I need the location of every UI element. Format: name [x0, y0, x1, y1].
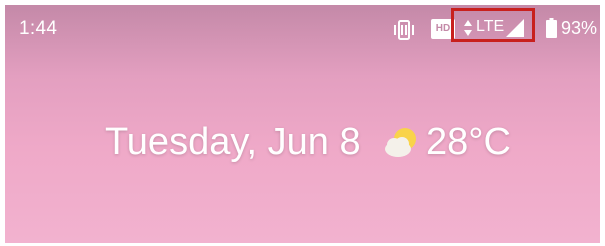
- data-arrows-icon: [464, 20, 472, 36]
- temperature-label[interactable]: 28°C: [426, 121, 511, 164]
- partly-cloudy-icon[interactable]: [381, 125, 421, 161]
- status-bar[interactable]: 1:44 HD LTE 93%: [5, 5, 600, 53]
- vibrate-icon: [394, 20, 414, 40]
- home-screen: 1:44 HD LTE 93% Tuesday, Jun 8 28°C: [5, 5, 600, 243]
- at-a-glance-widget[interactable]: Tuesday, Jun 8 28°C: [5, 121, 600, 171]
- date-label[interactable]: Tuesday, Jun 8: [105, 121, 361, 164]
- status-time: 1:44: [19, 18, 58, 39]
- battery-icon: [546, 18, 557, 38]
- network-type-label: LTE: [476, 18, 505, 35]
- battery-percentage: 93%: [561, 18, 598, 38]
- signal-icon: [506, 19, 524, 37]
